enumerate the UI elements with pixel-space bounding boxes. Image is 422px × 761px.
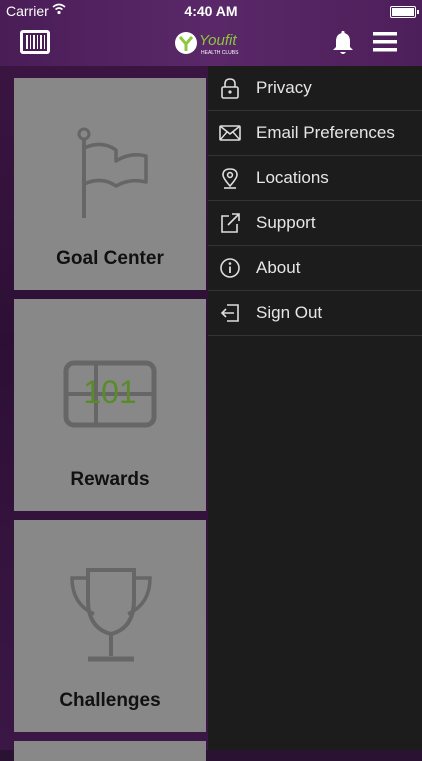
drawer-item-label: Privacy [256, 78, 312, 97]
drawer-item-about[interactable]: About [208, 246, 422, 291]
youfit-logo: Youfit HEALTH CLUBS [174, 28, 250, 58]
drawer-item-locations[interactable]: Locations [208, 156, 422, 201]
drawer-item-privacy[interactable]: Privacy [208, 66, 422, 111]
card-label: Goal Center [56, 248, 164, 269]
drawer-item-sign-out[interactable]: Sign Out [208, 291, 422, 336]
status-time: 4:40 AM [184, 3, 238, 19]
battery-icon [390, 6, 419, 18]
drawer-item-label: Locations [256, 168, 329, 187]
dashboard-content: Goal Center 101 Rewards Challenges [0, 66, 208, 761]
map-pin-icon [222, 168, 238, 189]
info-icon [220, 258, 240, 278]
top-bar: Carrier 4:40 AM Youfit HEALTH CLUBS [0, 0, 422, 66]
hamburger-menu-icon[interactable] [373, 32, 397, 52]
drawer-item-email-preferences[interactable]: Email Preferences [208, 111, 422, 156]
barcode-icon[interactable] [20, 30, 50, 54]
card-label: Rewards [70, 469, 150, 490]
logo-mark: Youfit HEALTH CLUBS [175, 32, 239, 56]
side-drawer: Privacy Email Preferences Locations Supp… [208, 66, 422, 750]
card-partial[interactable] [14, 741, 206, 761]
sign-out-icon [220, 304, 239, 322]
status-bar: Carrier 4:40 AM [0, 0, 422, 22]
lock-icon [221, 78, 239, 99]
card-rewards[interactable]: 101 Rewards [14, 299, 206, 511]
envelope-icon [219, 125, 241, 141]
logo-subtext: HEALTH CLUBS [201, 50, 239, 56]
drawer-item-support[interactable]: Support [208, 201, 422, 246]
card-goal-center[interactable]: Goal Center [14, 78, 206, 290]
card-label: Challenges [59, 690, 161, 711]
external-link-icon [221, 213, 240, 233]
ticket-icon: 101 [63, 360, 157, 428]
drawer-item-label: Support [256, 213, 316, 232]
card-challenges[interactable]: Challenges [14, 520, 206, 732]
ticket-number: 101 [83, 374, 136, 410]
drawer-item-label: Email Preferences [256, 123, 395, 142]
trophy-icon [70, 568, 152, 662]
flag-icon [77, 127, 148, 218]
drawer-item-label: About [256, 258, 301, 277]
logo-text: Youfit [199, 32, 237, 49]
bell-icon[interactable] [331, 30, 355, 56]
drawer-item-label: Sign Out [256, 303, 323, 322]
